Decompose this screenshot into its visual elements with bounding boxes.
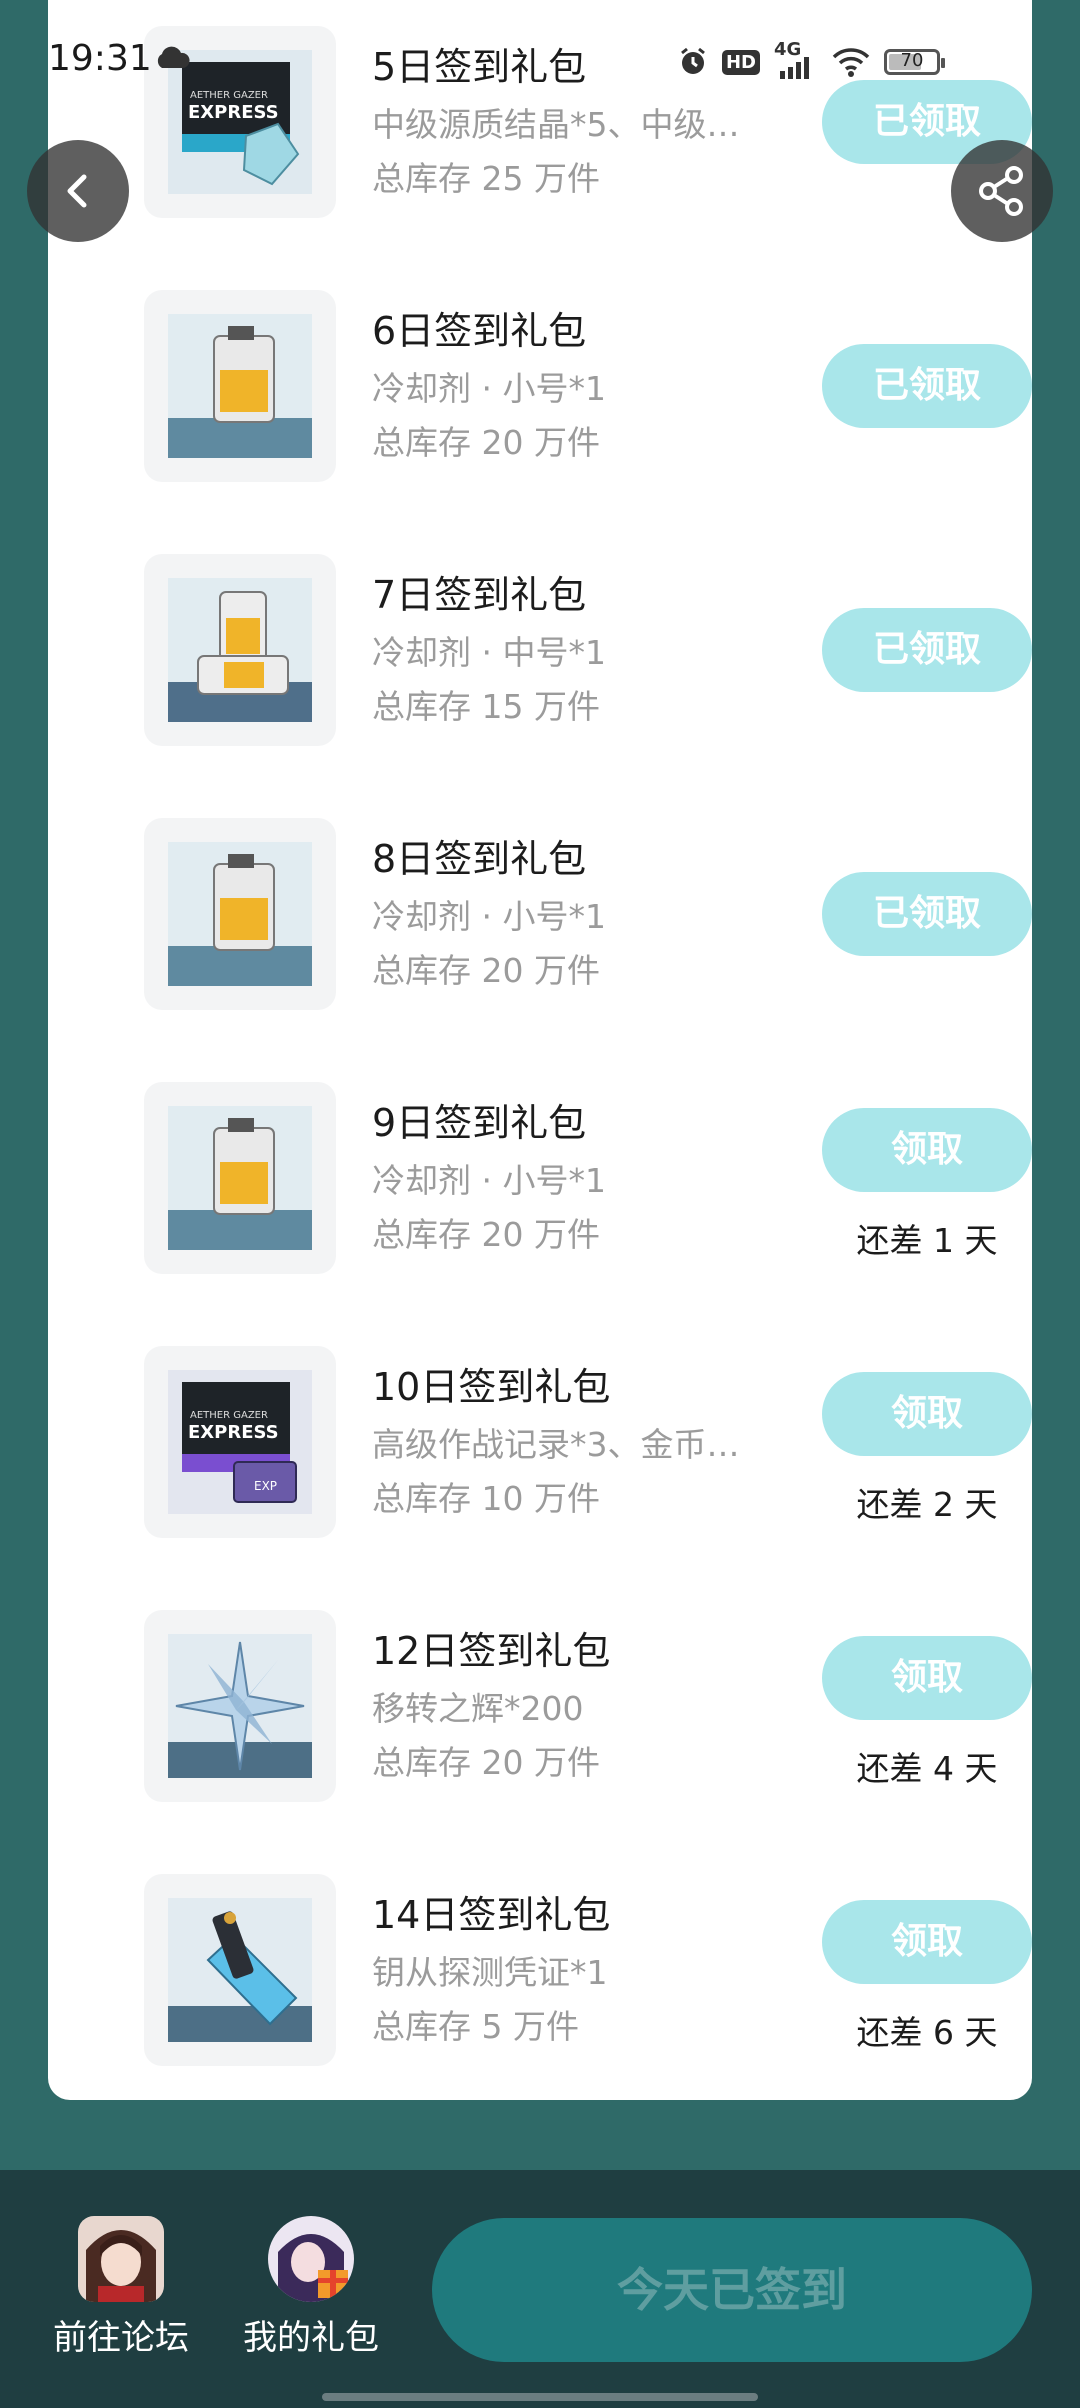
chevron-left-icon	[67, 174, 87, 208]
days-remaining: 还差 1 天	[856, 1221, 998, 1260]
forum-avatar-icon	[78, 2216, 164, 2302]
reward-stock: 总库存 5 万件	[372, 2007, 579, 2046]
reward-stock: 总库存 20 万件	[372, 1215, 600, 1254]
gifts-label: 我的礼包	[243, 2318, 379, 2358]
share-icon	[979, 166, 1023, 216]
wifi-icon	[832, 48, 870, 77]
coolant-small-image	[168, 1106, 312, 1250]
svg-text:AETHER GAZER: AETHER GAZER	[190, 1410, 268, 1421]
svg-text:EXP: EXP	[254, 1479, 277, 1493]
claim-button[interactable]: 领取	[822, 1636, 1032, 1720]
coolant-small-image	[168, 314, 312, 458]
forum-button[interactable]: 前往论坛	[36, 2216, 206, 2359]
reward-thumbnail	[144, 290, 336, 482]
my-gifts-button[interactable]: 我的礼包	[226, 2216, 396, 2359]
reward-title: 8日签到礼包	[372, 837, 587, 881]
status-bar: 19:31 HD 4G 70	[0, 0, 1080, 120]
claimed-button[interactable]: 已领取	[822, 872, 1032, 956]
reward-thumbnail	[144, 1082, 336, 1274]
battery-level: 70	[900, 50, 924, 71]
reward-desc: 冷却剂 · 小号*1	[372, 897, 606, 936]
alarm-icon	[681, 47, 705, 74]
share-button[interactable]	[951, 140, 1053, 242]
reward-row: 7日签到礼包 冷却剂 · 中号*1 总库存 15 万件 已领取	[96, 554, 1032, 746]
status-time: 19:31	[48, 38, 152, 79]
probe-key-image	[168, 1898, 312, 2042]
reward-title: 12日签到礼包	[372, 1629, 611, 1673]
days-remaining: 还差 4 天	[856, 1749, 998, 1788]
reward-stock: 总库存 20 万件	[372, 951, 600, 990]
reward-stock: 总库存 20 万件	[372, 1743, 600, 1782]
reward-desc: 高级作战记录*3、金币…	[372, 1425, 740, 1464]
reward-desc: 移转之辉*200	[372, 1689, 584, 1728]
reward-stock: 总库存 10 万件	[372, 1479, 600, 1518]
bottom-action-bar: 前往论坛 我的礼包 今天已签到	[0, 2170, 1080, 2408]
reward-stock: 总库存 20 万件	[372, 423, 600, 462]
reward-desc: 钥从探测凭证*1	[372, 1953, 608, 1992]
home-indicator[interactable]	[322, 2393, 758, 2401]
coolant-medium-image	[168, 578, 312, 722]
claim-button[interactable]: 领取	[822, 1372, 1032, 1456]
hd-icon: HD	[721, 49, 760, 75]
signal-icon: 4G	[774, 39, 818, 79]
signed-today-button[interactable]: 今天已签到	[432, 2218, 1032, 2362]
days-remaining: 还差 2 天	[856, 1485, 998, 1524]
reward-thumbnail	[144, 554, 336, 746]
reward-row: 9日签到礼包 冷却剂 · 小号*1 总库存 20 万件 领取 还差 1 天	[96, 1082, 1032, 1274]
forum-label: 前往论坛	[53, 2318, 189, 2358]
battery-icon: 70	[884, 49, 945, 75]
express-box-exp-image: AETHER GAZER EXPRESS EXP	[168, 1370, 312, 1514]
gifts-avatar-icon	[268, 2216, 354, 2302]
reward-title: 7日签到礼包	[372, 573, 587, 617]
reward-row: AETHER GAZER EXPRESS EXP 10日签到礼包 高级作战记录*…	[96, 1346, 1032, 1538]
reward-thumbnail	[144, 818, 336, 1010]
claim-button[interactable]: 领取	[822, 1900, 1032, 1984]
reward-title: 10日签到礼包	[372, 1365, 611, 1409]
reward-desc: 冷却剂 · 小号*1	[372, 369, 606, 408]
claimed-button[interactable]: 已领取	[822, 344, 1032, 428]
claimed-button[interactable]: 已领取	[822, 608, 1032, 692]
reward-stock: 总库存 15 万件	[372, 687, 600, 726]
reward-thumbnail	[144, 1610, 336, 1802]
reward-row: 6日签到礼包 冷却剂 · 小号*1 总库存 20 万件 已领取	[96, 290, 1032, 482]
reward-stock: 总库存 25 万件	[372, 159, 600, 198]
reward-thumbnail	[144, 1874, 336, 2066]
reward-row: 14日签到礼包 钥从探测凭证*1 总库存 5 万件 领取 还差 6 天	[96, 1874, 1032, 2066]
reward-row: 12日签到礼包 移转之辉*200 总库存 20 万件 领取 还差 4 天	[96, 1610, 1032, 1802]
reward-desc: 冷却剂 · 小号*1	[372, 1161, 606, 1200]
status-icons: HD 4G 70	[678, 39, 945, 82]
reward-title: 14日签到礼包	[372, 1893, 611, 1937]
claim-button[interactable]: 领取	[822, 1108, 1032, 1192]
back-button[interactable]	[27, 140, 129, 242]
days-remaining: 还差 6 天	[856, 2013, 998, 2052]
reward-title: 6日签到礼包	[372, 309, 587, 353]
reward-list-card: AETHER GAZER EXPRESS 5日签到礼包 中级源质结晶*5、中级……	[48, 0, 1032, 2100]
reward-row: 8日签到礼包 冷却剂 · 小号*1 总库存 20 万件 已领取	[96, 818, 1032, 1010]
svg-text:EXPRESS: EXPRESS	[188, 1422, 279, 1443]
reward-title: 9日签到礼包	[372, 1101, 587, 1145]
signin-page: 19:31 HD 4G 70 AETHER GAZER EXPRESS 5日签到…	[0, 0, 1080, 2408]
cloud-icon	[157, 46, 190, 68]
crystal-star-image	[168, 1634, 312, 1778]
reward-thumbnail: AETHER GAZER EXPRESS EXP	[144, 1346, 336, 1538]
coolant-small-image	[168, 842, 312, 986]
reward-desc: 冷却剂 · 中号*1	[372, 633, 606, 672]
